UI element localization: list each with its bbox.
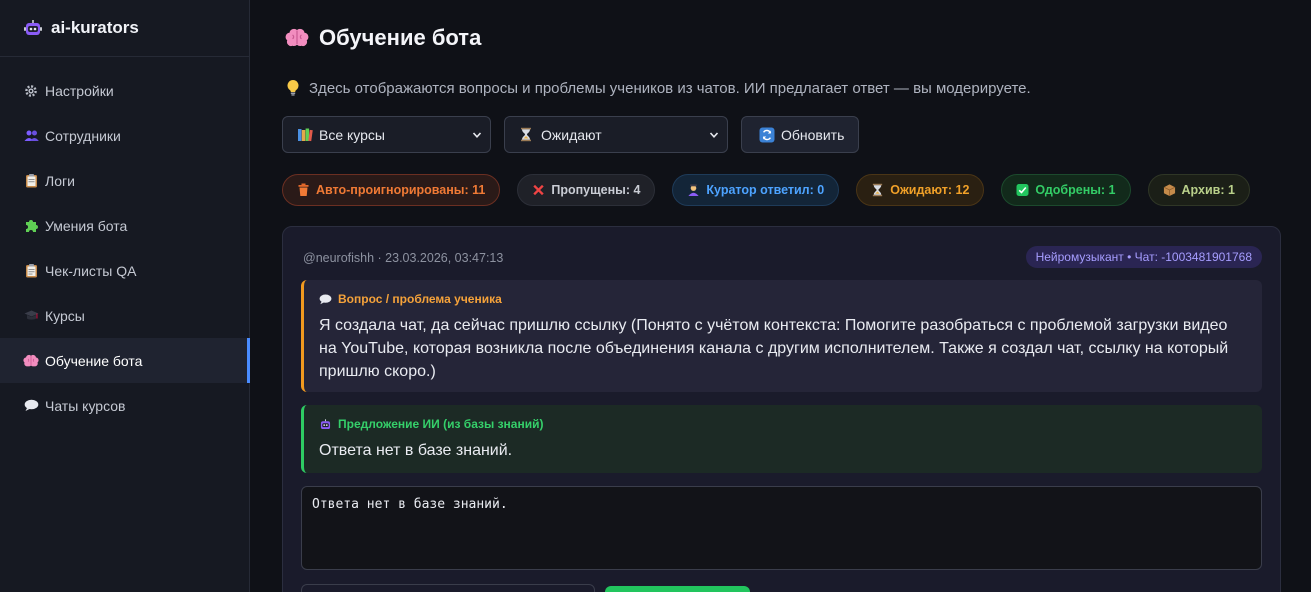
check-icon (1016, 184, 1029, 196)
course-select-value: Все курсы (319, 126, 385, 143)
sidebar-item-label: Логи (45, 172, 75, 189)
brand-name: ai-kurators (51, 18, 139, 37)
filter-controls: Все курсы Ожидают Обновить (282, 116, 860, 153)
pill-label: Пропущены: 4 (551, 183, 641, 197)
student-question-block: Вопрос / проблема ученика Я создала чат,… (301, 280, 1262, 392)
status-select[interactable]: Ожидают (504, 116, 728, 153)
cross-icon (533, 184, 545, 196)
clipboard-icon (23, 173, 39, 189)
curator-icon (688, 184, 700, 197)
sidebar-item-logs[interactable]: Логи (0, 158, 249, 203)
pill-curator-replied[interactable]: Куратор ответил: 0 (672, 174, 840, 206)
pill-auto-ignored[interactable]: Авто-проигнорированы: 11 (282, 174, 501, 206)
robot-icon (24, 20, 42, 35)
sidebar-item-course-chats[interactable]: Чаты курсов (0, 383, 249, 428)
sidebar-nav: Настройки Сотрудники Логи Умения бота Че… (0, 68, 250, 428)
pill-label: Одобрены: 1 (1035, 183, 1116, 197)
question-label: Вопрос / проблема ученика (319, 292, 1248, 306)
pill-label: Куратор ответил: 0 (706, 183, 825, 197)
lightbulb-icon (287, 79, 299, 96)
main-content: Обучение бота Здесь отображаются вопросы… (251, 0, 1311, 592)
people-icon (23, 128, 39, 144)
brain-icon (23, 353, 39, 369)
chevron-down-icon (709, 132, 719, 138)
sidebar-item-bot-skills[interactable]: Умения бота (0, 203, 249, 248)
sidebar-item-label: Обучение бота (45, 352, 143, 369)
speech-bubble-icon (319, 293, 332, 304)
brain-icon (285, 28, 309, 47)
sidebar-item-qa-checklists[interactable]: Чек-листы QA (0, 248, 249, 293)
ai-suggestion-text: Ответа нет в базе знаний. (319, 442, 513, 459)
pill-label: Авто-проигнорированы: 11 (316, 183, 486, 197)
sidebar-item-label: Курсы (45, 307, 85, 324)
course-select[interactable]: Все курсы (282, 116, 491, 153)
robot-icon (320, 418, 331, 429)
box-icon (1163, 184, 1175, 197)
sidebar-item-label: Чек-листы QA (45, 262, 137, 279)
sidebar-item-courses[interactable]: Курсы (0, 293, 249, 338)
books-icon (297, 127, 313, 143)
puzzle-icon (23, 218, 39, 234)
graduation-cap-icon (23, 308, 39, 324)
status-pills: Авто-проигнорированы: 11 Пропущены: 4 Ку… (282, 174, 1267, 206)
pill-approved[interactable]: Одобрены: 1 (1001, 174, 1131, 206)
ai-label-text: Предложение ИИ (из базы знаний) (338, 417, 544, 431)
ai-suggestion-block: Предложение ИИ (из базы знаний) Ответа н… (301, 405, 1262, 473)
sidebar-item-label: Настройки (45, 82, 114, 99)
checklist-icon (23, 263, 39, 279)
page-title-text: Обучение бота (319, 25, 482, 50)
ai-label: Предложение ИИ (из базы знаний) (319, 417, 1248, 431)
hourglass-icon (873, 183, 883, 197)
speech-bubble-icon (23, 398, 39, 414)
gear-icon (23, 83, 39, 99)
refresh-button-label: Обновить (781, 126, 845, 143)
page-title: Обучение бота (285, 25, 481, 51)
sidebar-item-label: Сотрудники (45, 127, 121, 144)
sidebar-item-label: Умения бота (45, 217, 128, 234)
sidebar: ai-kurators Настройки Сотрудники Логи Ум… (0, 0, 250, 592)
bottom-input[interactable] (301, 584, 595, 592)
question-card: @neurofishh · 23.03.2026, 03:47:13 Нейро… (282, 226, 1281, 592)
page-hint: Здесь отображаются вопросы и проблемы уч… (285, 79, 1031, 97)
chat-badge: Нейромузыкант • Чат: -1003481901768 (1025, 246, 1262, 268)
hourglass-icon (519, 127, 535, 143)
status-select-value: Ожидают (541, 126, 602, 143)
sidebar-item-label: Чаты курсов (45, 397, 126, 414)
chevron-down-icon (472, 132, 482, 138)
question-label-text: Вопрос / проблема ученика (338, 292, 502, 306)
refresh-button[interactable]: Обновить (741, 116, 860, 153)
question-text: Я создала чат, да сейчас пришлю ссылку (… (319, 317, 1229, 380)
pill-waiting[interactable]: Ожидают: 12 (856, 174, 985, 206)
trash-icon (298, 183, 309, 196)
sidebar-item-staff[interactable]: Сотрудники (0, 113, 249, 158)
pill-label: Архив: 1 (1181, 183, 1235, 197)
brand[interactable]: ai-kurators (0, 0, 249, 57)
pill-label: Ожидают: 12 (890, 183, 970, 197)
refresh-icon (759, 127, 775, 142)
sidebar-item-bot-training[interactable]: Обучение бота (0, 338, 250, 383)
approve-button[interactable] (605, 586, 750, 592)
answer-textarea[interactable] (301, 486, 1262, 570)
question-meta: @neurofishh · 23.03.2026, 03:47:13 (303, 251, 504, 265)
pill-skipped[interactable]: Пропущены: 4 (517, 174, 656, 206)
pill-archive[interactable]: Архив: 1 (1147, 174, 1250, 206)
page-hint-text: Здесь отображаются вопросы и проблемы уч… (309, 79, 1031, 97)
sidebar-item-settings[interactable]: Настройки (0, 68, 249, 113)
